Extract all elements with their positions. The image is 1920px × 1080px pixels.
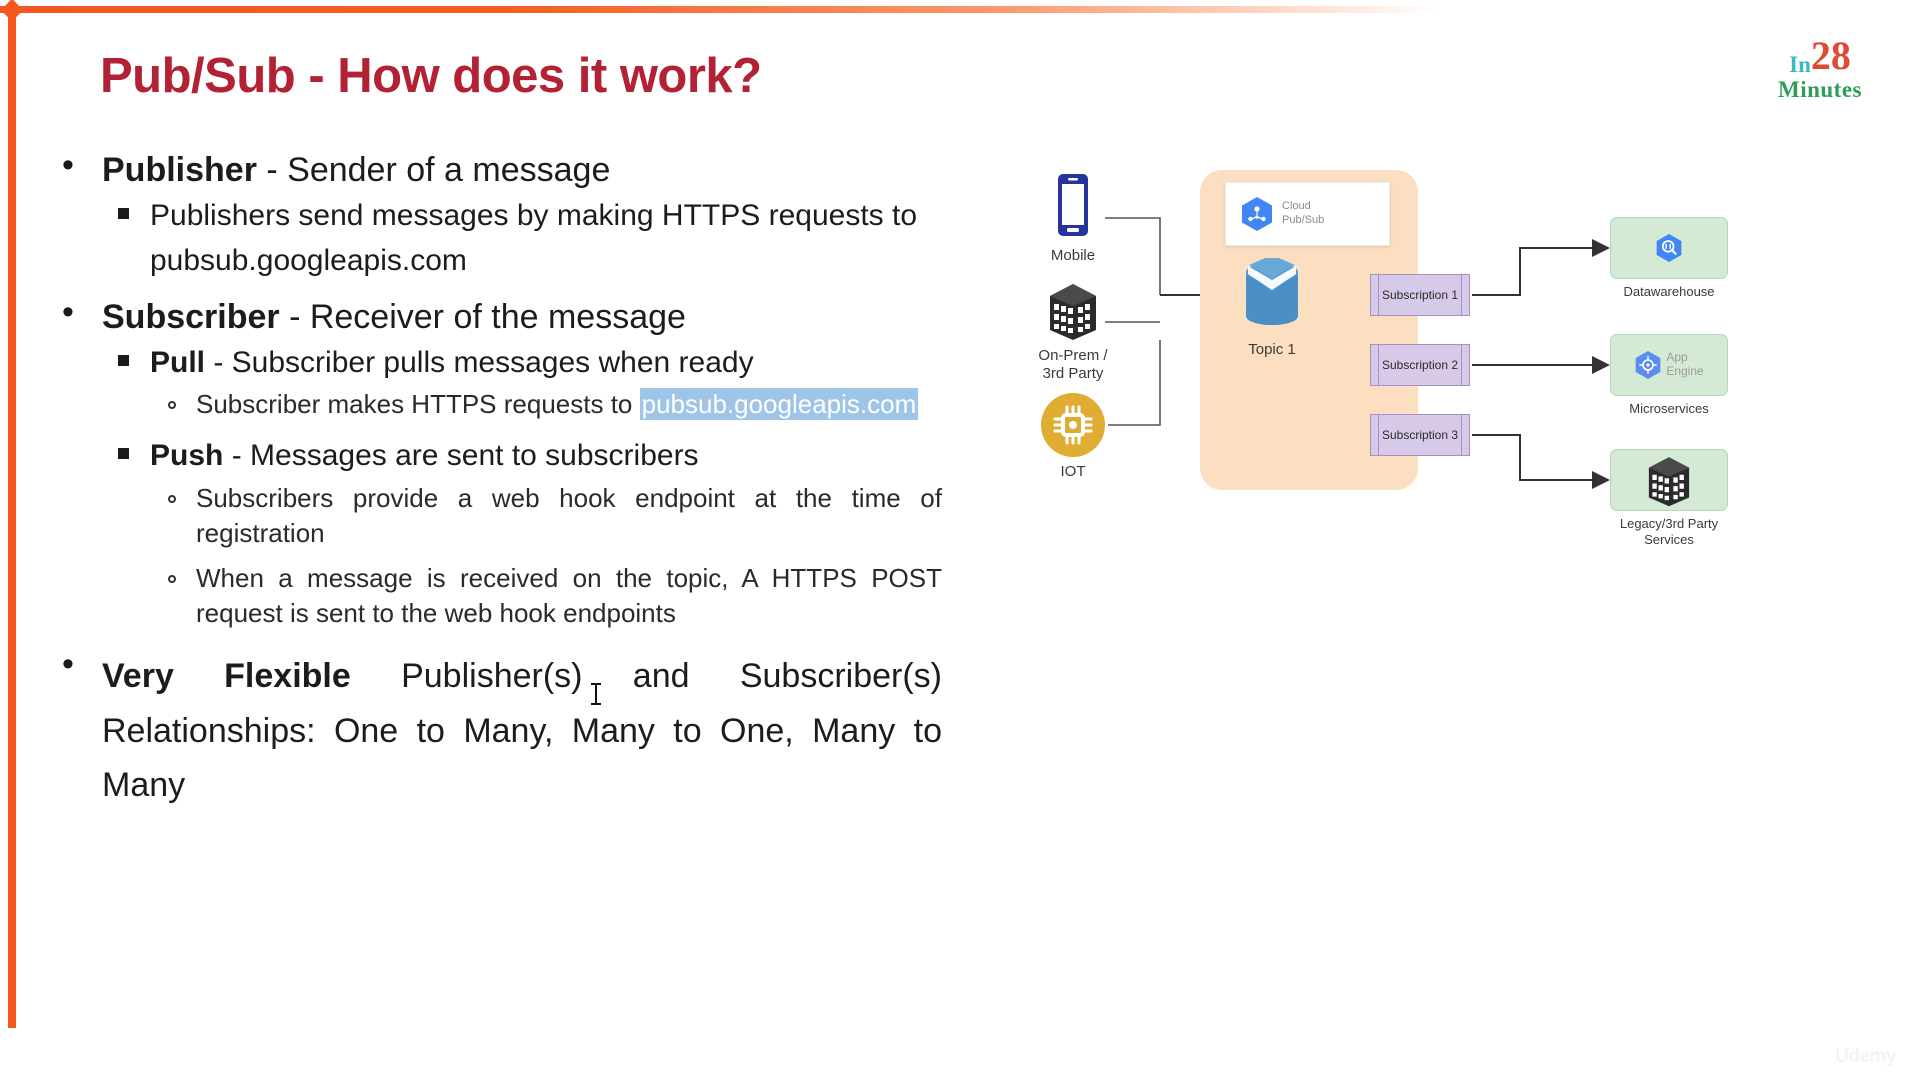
source-iot-label: IOT	[1060, 463, 1086, 480]
bullet-pull-detail-prefix: Subscriber makes HTTPS requests to	[196, 389, 640, 420]
bullet-list-level1: Publisher - Sender of a message Publishe…	[52, 148, 942, 812]
subscription-3-left-rail	[1378, 415, 1379, 455]
subscription-1-left-rail	[1378, 275, 1379, 315]
subscription-2-label: Subscription 2	[1381, 358, 1459, 372]
in28minutes-logo: In28 Minutes	[1756, 33, 1884, 102]
logo-number-text: 28	[1810, 33, 1851, 78]
bullet-push: Push - Messages are sent to subscribers …	[102, 434, 942, 631]
slide-content: Publisher - Sender of a message Publishe…	[52, 148, 942, 818]
subscription-3-label: Subscription 3	[1381, 428, 1459, 442]
bullet-pull: Pull - Subscriber pulls messages when re…	[102, 341, 942, 422]
page-title: Pub/Sub - How does it work?	[100, 49, 762, 103]
subscription-3-right-rail	[1461, 415, 1462, 455]
subscription-box-3[interactable]: Subscription 3	[1370, 414, 1470, 456]
udemy-watermark: Udemy	[1835, 1046, 1896, 1067]
office-building-icon	[1050, 284, 1096, 340]
source-iot: IOT	[1040, 392, 1106, 481]
subscription-box-1[interactable]: Subscription 1	[1370, 274, 1470, 316]
bullet-publisher-text: Publisher - Sender of a message	[102, 150, 942, 190]
subscription-1-right-rail	[1461, 275, 1462, 315]
bullet-push-detail-1-text: Subscribers provide a web hook endpoint …	[196, 482, 942, 548]
bullet-push-detail-1: Subscribers provide a web hook endpoint …	[150, 481, 942, 551]
destination-caption-microservices: Microservices	[1629, 401, 1709, 416]
bullet-publisher-bold: Publisher	[102, 151, 257, 189]
bullet-publisher-sub1: Publishers send messages by making HTTPS…	[102, 194, 942, 283]
cloud-pubsub-line2: Pub/Sub	[1282, 214, 1325, 226]
cloud-pubsub-card: Cloud Pub/Sub	[1225, 182, 1390, 246]
source-mobile: Mobile	[1042, 170, 1104, 265]
bullet-pull-bold: Pull	[150, 346, 206, 379]
bullet-subscriber-rest: - Receiver of the message	[279, 297, 686, 336]
iot-chip-icon	[1041, 393, 1105, 457]
bullet-pull-detail-text: Subscriber makes HTTPS requests to pubsu…	[196, 387, 942, 422]
cloud-pubsub-card-text: Cloud Pub/Sub	[1282, 200, 1324, 228]
bigquery-icon	[1656, 234, 1682, 262]
logo-top-row: In28	[1756, 33, 1884, 78]
bullet-subscriber-text: Subscriber - Receiver of the message	[102, 297, 942, 337]
app-engine-icon	[1635, 351, 1661, 379]
destination-caption-legacy: Legacy/3rd Party Services	[1619, 516, 1719, 547]
destination-box-datawarehouse[interactable]	[1610, 217, 1728, 279]
selected-url-text[interactable]: pubsub.googleapis.com	[639, 388, 919, 421]
bullet-pull-rest: - Subscriber pulls messages when ready	[205, 346, 754, 379]
bullet-push-detail-2: When a message is received on the topic,…	[150, 561, 942, 631]
bullet-list-level3-push: Subscribers provide a web hook endpoint …	[150, 481, 942, 631]
subscription-2-left-rail	[1378, 345, 1379, 385]
logo-in-text: In	[1789, 52, 1811, 77]
bullet-list-level3-pull: Subscriber makes HTTPS requests to pubsu…	[150, 387, 942, 422]
google-cloud-pubsub-icon	[1242, 197, 1272, 231]
bullet-push-rest: - Messages are sent to subscribers	[223, 439, 699, 473]
source-onprem-label: On-Prem / 3rd Party	[1038, 347, 1108, 382]
destination-box-legacy[interactable]	[1610, 449, 1728, 511]
bullet-push-bold: Push	[150, 439, 224, 473]
pubsub-architecture-diagram: Mobile On-Prem / 3rd Party IOT Cloud Pub…	[1020, 160, 1900, 580]
destination-box-microservices[interactable]: App Engine	[1610, 334, 1728, 396]
bullet-flexible-bold: Very Flexible	[102, 657, 351, 696]
bullet-list-level2-publisher: Publishers send messages by making HTTPS…	[102, 194, 942, 283]
subscription-box-2[interactable]: Subscription 2	[1370, 344, 1470, 386]
topic-node: Topic 1	[1236, 255, 1308, 359]
bullet-push-detail-2-text: When a message is received on the topic,…	[196, 563, 942, 629]
source-mobile-label: Mobile	[1050, 247, 1096, 264]
decorative-left-bar	[8, 6, 16, 1028]
decorative-top-bar	[0, 6, 1440, 13]
bullet-flexible-text: Very Flexible Publisher(s) and Subscribe…	[102, 649, 942, 812]
decorative-corner-diamond	[0, 0, 24, 22]
topic-label: Topic 1	[1248, 341, 1296, 358]
source-onprem: On-Prem / 3rd Party	[1038, 278, 1108, 383]
bullet-list-level2-subscriber: Pull - Subscriber pulls messages when re…	[102, 341, 942, 631]
bullet-pull-text: Pull - Subscriber pulls messages when re…	[150, 341, 942, 385]
topic-cylinder-icon	[1246, 255, 1298, 325]
bullet-subscriber-bold: Subscriber	[102, 297, 280, 336]
bullet-publisher: Publisher - Sender of a message Publishe…	[52, 148, 942, 283]
app-engine-label: App Engine	[1666, 350, 1704, 378]
bullet-pull-detail: Subscriber makes HTTPS requests to pubsu…	[150, 387, 942, 422]
bullet-push-text: Push - Messages are sent to subscribers	[150, 434, 942, 478]
slide-canvas: Pub/Sub - How does it work? In28 Minutes…	[0, 0, 1920, 1080]
bullet-publisher-rest: - Sender of a message	[256, 151, 611, 189]
bullet-flexible: Very Flexible Publisher(s) and Subscribe…	[52, 647, 942, 812]
mobile-phone-icon	[1058, 174, 1088, 236]
bullet-publisher-sub1-text: Publishers send messages by making HTTPS…	[150, 199, 918, 277]
logo-minutes-text: Minutes	[1778, 77, 1862, 102]
subscription-2-right-rail	[1461, 345, 1462, 385]
subscription-1-label: Subscription 1	[1381, 288, 1459, 302]
text-cursor-icon	[591, 683, 601, 705]
destination-caption-datawarehouse: Datawarehouse	[1623, 284, 1715, 299]
office-building-icon	[1648, 457, 1690, 507]
bullet-subscriber: Subscriber - Receiver of the message Pul…	[52, 295, 942, 631]
cloud-pubsub-line1: Cloud	[1282, 200, 1311, 213]
